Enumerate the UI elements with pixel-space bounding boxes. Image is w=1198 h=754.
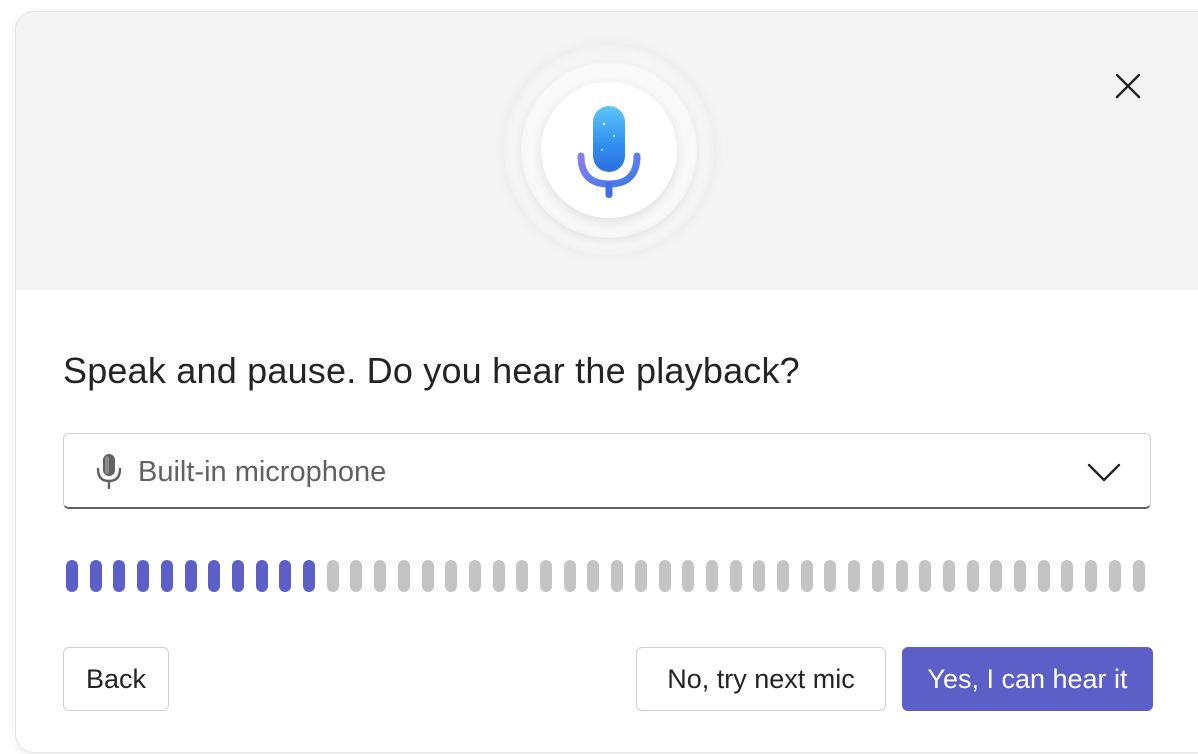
level-meter-segment [469,560,481,592]
level-meter-segment [279,560,291,592]
back-button[interactable]: Back [63,647,169,711]
level-meter-segment [350,560,362,592]
level-meter-segment [1014,560,1026,592]
mic-test-dialog: Speak and pause. Do you hear the playbac… [16,12,1198,752]
close-icon [1115,73,1141,99]
level-meter-segment [113,560,125,592]
try-next-mic-button[interactable]: No, try next mic [636,647,886,711]
level-meter-segment [753,560,765,592]
level-meter-segment [398,560,410,592]
level-meter-segment [1061,560,1073,592]
level-meter-segment [730,560,742,592]
level-meter-segment [422,560,434,592]
level-meter-segment [1109,560,1121,592]
level-meter-segment [706,560,718,592]
level-meter-segment [564,560,576,592]
level-meter-segment [66,560,78,592]
level-meter-segment [208,560,220,592]
level-meter-segment [493,560,505,592]
level-meter-segment [445,560,457,592]
dialog-title: Speak and pause. Do you hear the playbac… [63,350,800,391]
level-meter-segment [777,560,789,592]
close-button[interactable] [1110,68,1146,104]
level-meter-segment [540,560,552,592]
level-meter-segment [374,560,386,592]
confirm-hear-button[interactable]: Yes, I can hear it [902,647,1153,711]
level-meter-segment [303,560,315,592]
level-meter-segment [611,560,623,592]
level-meter-segment [682,560,694,592]
level-meter-segment [232,560,244,592]
level-meter-segment [587,560,599,592]
level-meter-segment [824,560,836,592]
level-meter-segment [872,560,884,592]
level-meter-segment [848,560,860,592]
mic-level-meter [66,560,1156,592]
level-meter-segment [137,560,149,592]
level-meter-segment [1038,560,1050,592]
level-meter-segment [256,560,268,592]
level-meter-segment [943,560,955,592]
level-meter-segment [1085,560,1097,592]
microphone-icon [577,106,641,198]
level-meter-segment [659,560,671,592]
level-meter-segment [635,560,647,592]
level-meter-segment [90,560,102,592]
level-meter-segment [896,560,908,592]
level-meter-segment [185,560,197,592]
microphone-select[interactable]: Built-in microphone [63,433,1151,509]
level-meter-segment [327,560,339,592]
chevron-down-icon [1087,463,1121,482]
level-meter-segment [967,560,979,592]
hero-banner [16,12,1198,290]
level-meter-segment [801,560,813,592]
level-meter-segment [919,560,931,592]
level-meter-segment [990,560,1002,592]
level-meter-segment [161,560,173,592]
level-meter-segment [1133,560,1145,592]
selected-microphone: Built-in microphone [138,456,387,488]
microphone-icon [96,454,122,489]
level-meter-segment [516,560,528,592]
